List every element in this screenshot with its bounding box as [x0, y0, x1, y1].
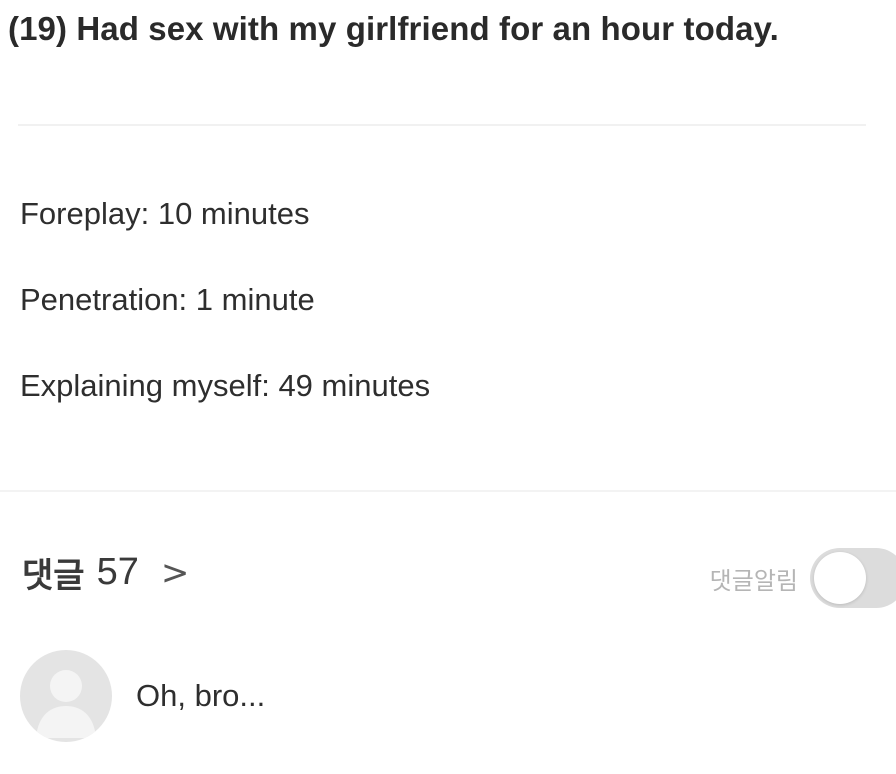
comment-item: Oh, bro...	[20, 650, 265, 742]
chevron-right-icon: >	[160, 552, 190, 593]
post-body: Foreplay: 10 minutes Penetration: 1 minu…	[20, 192, 430, 450]
comments-header-link[interactable]: 댓글 57 >	[22, 548, 189, 597]
comment-notification-toggle[interactable]	[810, 548, 896, 608]
comment-notification-control: 댓글알림	[710, 548, 896, 608]
post-title: (19) Had sex with my girlfriend for an h…	[8, 10, 779, 47]
body-divider	[0, 490, 896, 492]
comment-text: Oh, bro...	[136, 678, 266, 713]
post-line-explaining: Explaining myself: 49 minutes	[20, 368, 431, 403]
toggle-knob	[814, 552, 866, 604]
default-user-avatar-icon[interactable]	[20, 650, 112, 742]
title-divider	[18, 124, 866, 126]
comments-label: 댓글	[22, 556, 85, 596]
post-line-penetration: Penetration: 1 minute	[20, 282, 315, 317]
comments-count: 57	[96, 551, 139, 593]
comment-notification-label: 댓글알림	[709, 566, 798, 595]
post-line-foreplay: Foreplay: 10 minutes	[20, 196, 310, 231]
